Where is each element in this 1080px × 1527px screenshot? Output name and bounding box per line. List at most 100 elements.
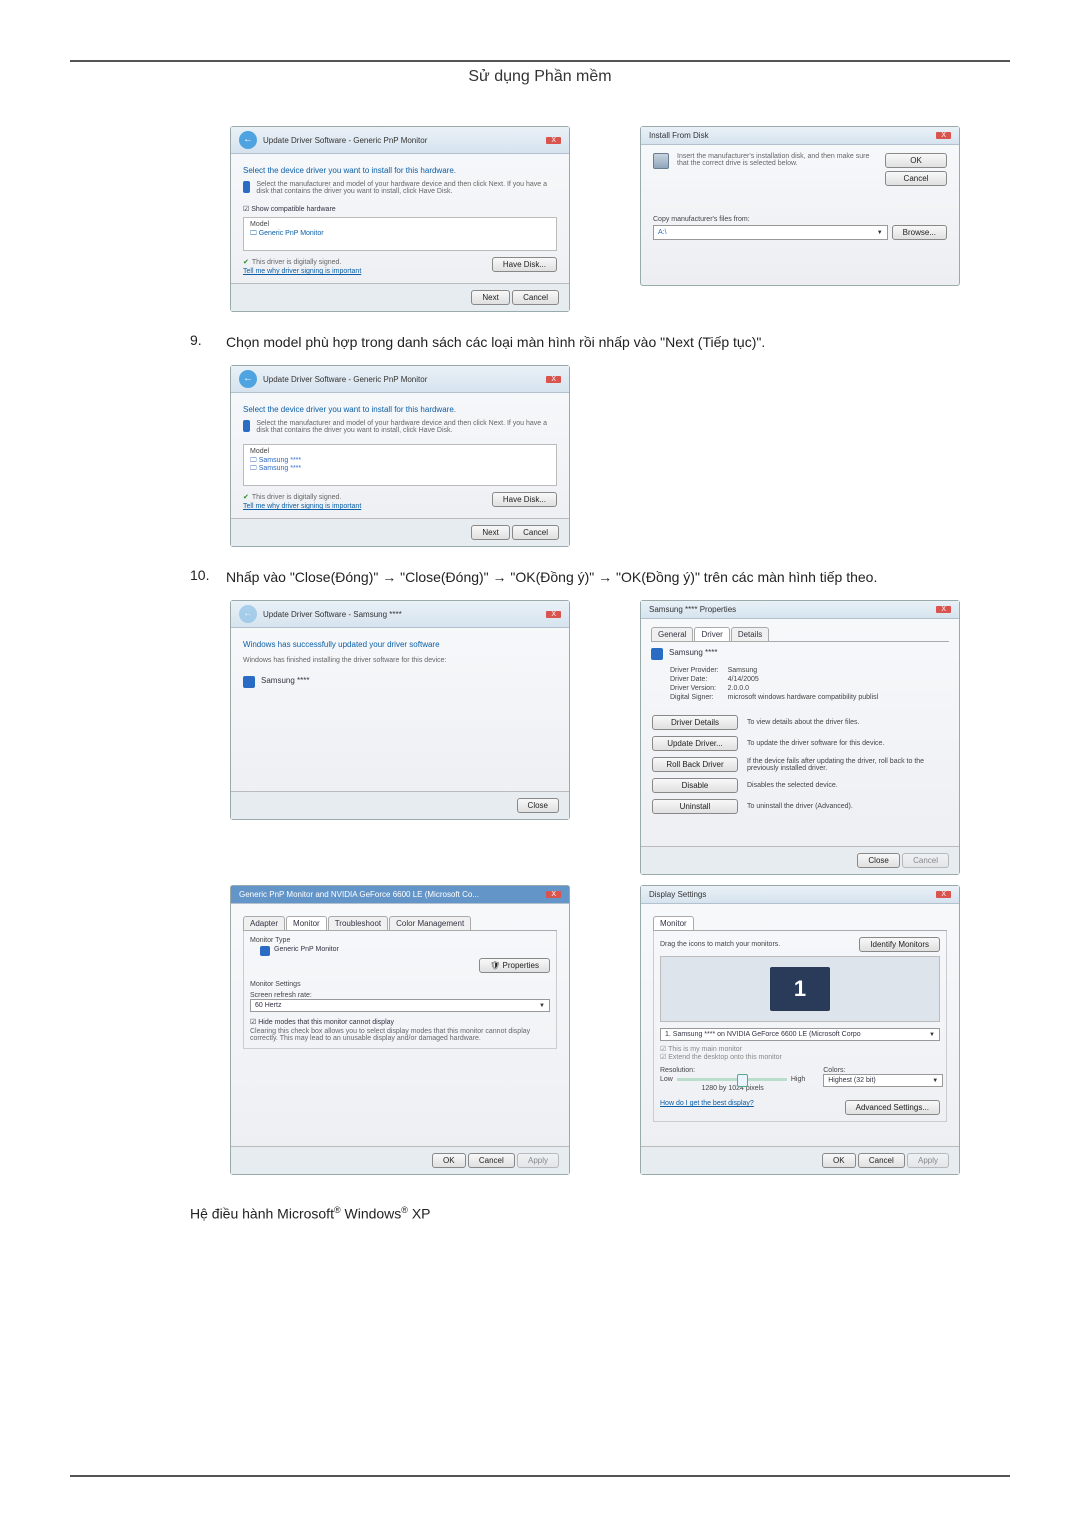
refresh-rate-dropdown[interactable]: 60 Hertz▼: [250, 999, 550, 1012]
dialog-title: Update Driver Software - Samsung ****: [263, 610, 402, 619]
hide-modes-label: Hide modes that this monitor cannot disp…: [258, 1019, 394, 1026]
next-button[interactable]: Next: [471, 290, 509, 305]
date-value: 4/14/2005: [727, 675, 880, 684]
tab-driver[interactable]: Driver: [694, 627, 729, 641]
best-display-link[interactable]: How do I get the best display?: [660, 1100, 754, 1115]
signed-icon: ✔: [243, 259, 249, 266]
tab-monitor[interactable]: Monitor: [653, 916, 694, 930]
main-monitor-label: This is my main monitor: [668, 1046, 742, 1053]
advanced-settings-button[interactable]: Advanced Settings...: [845, 1100, 940, 1115]
page-title: Sử dụng Phần mềm: [70, 68, 1010, 86]
tab-monitor[interactable]: Monitor: [286, 916, 327, 930]
close-button[interactable]: Close: [517, 798, 559, 813]
monitor-settings-label: Monitor Settings: [250, 981, 550, 988]
device-name: Samsung ****: [669, 648, 717, 660]
tab-color-management[interactable]: Color Management: [389, 916, 471, 930]
close-button[interactable]: Close: [857, 853, 899, 868]
close-icon[interactable]: X: [546, 137, 561, 144]
resolution-slider[interactable]: [677, 1078, 787, 1081]
close-icon[interactable]: X: [546, 376, 561, 383]
properties-button[interactable]: 🛡 Properties: [479, 958, 550, 973]
back-icon[interactable]: ←: [239, 131, 257, 149]
close-icon[interactable]: X: [546, 891, 561, 898]
signer-label: Digital Signer:: [669, 693, 727, 702]
tab-details[interactable]: Details: [731, 627, 769, 641]
chevron-down-icon: ▼: [539, 1003, 545, 1009]
dialog-title: Generic PnP Monitor and NVIDIA GeForce 6…: [239, 890, 479, 899]
why-signing-link[interactable]: Tell me why driver signing is important: [243, 503, 361, 510]
resolution-value: 1280 by 1024 pixels: [660, 1085, 805, 1092]
res-low-label: Low: [660, 1076, 673, 1083]
model-list-item[interactable]: 🖵 Samsung ****: [250, 465, 550, 473]
rollback-driver-button[interactable]: Roll Back Driver: [652, 757, 738, 772]
disable-button[interactable]: Disable: [652, 778, 738, 793]
dialog-heading: Select the device driver you want to ins…: [243, 405, 557, 414]
dialog-title: Display Settings: [649, 890, 706, 899]
driver-details-button[interactable]: Driver Details: [652, 715, 738, 730]
drag-text: Drag the icons to match your monitors.: [660, 941, 780, 948]
ok-button[interactable]: OK: [822, 1153, 856, 1168]
refresh-rate-label: Screen refresh rate:: [250, 992, 550, 999]
device-icon: [243, 676, 255, 688]
signed-text: This driver is digitally signed.: [252, 259, 341, 266]
signed-icon: ✔: [243, 494, 249, 501]
ok-button[interactable]: OK: [432, 1153, 466, 1168]
copy-from-dropdown[interactable]: A:\▼: [653, 225, 888, 240]
uninstall-button[interactable]: Uninstall: [652, 799, 738, 814]
cancel-button[interactable]: Cancel: [512, 525, 559, 540]
apply-button: Apply: [517, 1153, 559, 1168]
device-icon: [243, 420, 250, 432]
back-icon[interactable]: ←: [239, 370, 257, 388]
date-label: Driver Date:: [669, 675, 727, 684]
step-number: 10.: [190, 567, 214, 588]
dialog-title: Update Driver Software - Generic PnP Mon…: [263, 375, 427, 384]
resolution-label: Resolution:: [660, 1067, 805, 1074]
model-list-item[interactable]: 🖵 Generic PnP Monitor: [250, 230, 550, 238]
details-desc: To view details about the driver files.: [739, 714, 949, 731]
dialog-display-settings: Display Settings X Monitor Drag the icon…: [640, 885, 960, 1175]
next-button[interactable]: Next: [471, 525, 509, 540]
browse-button[interactable]: Browse...: [892, 225, 947, 240]
hide-modes-checkbox[interactable]: ☑: [250, 1019, 256, 1026]
dialog-title: Update Driver Software - Generic PnP Mon…: [263, 136, 427, 145]
colors-label: Colors:: [823, 1067, 943, 1074]
colors-dropdown[interactable]: Highest (32 bit)▼: [823, 1074, 943, 1087]
show-compatible-checkbox[interactable]: ☑: [243, 206, 249, 213]
dialog-update-success: ← Update Driver Software - Samsung **** …: [230, 600, 570, 820]
uninstall-desc: To uninstall the driver (Advanced).: [739, 798, 949, 815]
dialog-heading: Windows has successfully updated your dr…: [243, 640, 557, 649]
have-disk-button[interactable]: Have Disk...: [492, 257, 557, 272]
chevron-down-icon: ▼: [929, 1032, 935, 1038]
hide-modes-help: Clearing this check box allows you to se…: [250, 1028, 550, 1042]
have-disk-button[interactable]: Have Disk...: [492, 492, 557, 507]
monitor-select-dropdown[interactable]: 1. Samsung **** on NVIDIA GeForce 6600 L…: [660, 1028, 940, 1041]
disk-icon: [653, 153, 669, 169]
close-icon[interactable]: X: [936, 891, 951, 898]
tab-troubleshoot[interactable]: Troubleshoot: [328, 916, 388, 930]
back-icon: ←: [239, 605, 257, 623]
model-col-header: Model: [250, 448, 550, 455]
cancel-button[interactable]: Cancel: [885, 171, 947, 186]
cancel-button: Cancel: [902, 853, 949, 868]
dialog-title: Samsung **** Properties: [649, 605, 736, 614]
cancel-button[interactable]: Cancel: [858, 1153, 905, 1168]
cancel-button[interactable]: Cancel: [468, 1153, 515, 1168]
step-text: Chọn model phù hợp trong danh sách các l…: [226, 332, 1010, 353]
update-driver-button[interactable]: Update Driver...: [652, 736, 738, 751]
cancel-button[interactable]: Cancel: [512, 290, 559, 305]
monitor-preview[interactable]: 1: [770, 967, 830, 1011]
close-icon[interactable]: X: [936, 132, 951, 139]
close-icon[interactable]: X: [936, 606, 951, 613]
monitor-icon: [260, 946, 270, 956]
copy-from-label: Copy manufacturer's files from:: [653, 216, 947, 223]
tab-general[interactable]: General: [651, 627, 693, 641]
ok-button[interactable]: OK: [885, 153, 947, 168]
why-signing-link[interactable]: Tell me why driver signing is important: [243, 268, 361, 275]
help-text: Select the manufacturer and model of you…: [256, 181, 557, 195]
model-list-item[interactable]: 🖵 Samsung ****: [250, 457, 550, 465]
signer-value: microsoft windows hardware compatibility…: [727, 693, 880, 702]
identify-monitors-button[interactable]: Identify Monitors: [859, 937, 940, 952]
tab-adapter[interactable]: Adapter: [243, 916, 285, 930]
close-icon[interactable]: X: [546, 611, 561, 618]
rollback-desc: If the device fails after updating the d…: [739, 756, 949, 773]
